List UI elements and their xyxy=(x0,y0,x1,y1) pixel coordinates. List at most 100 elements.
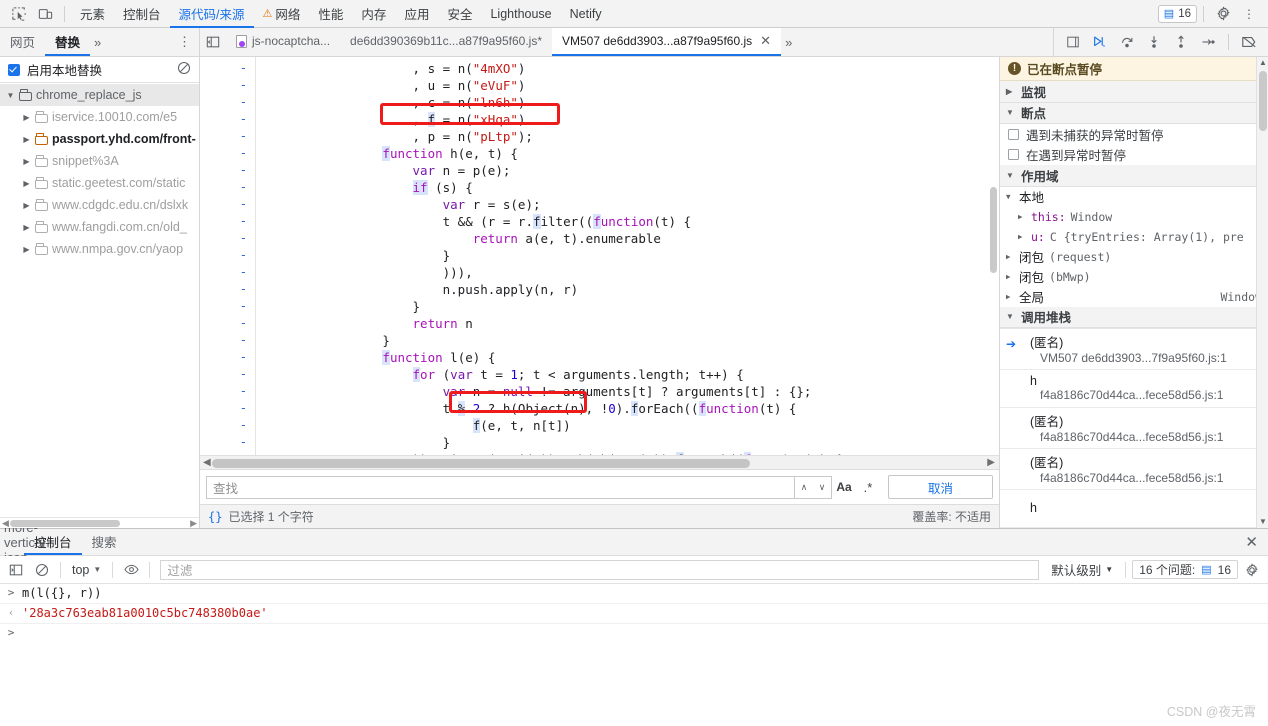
chevron-right-icon[interactable]: ▶ xyxy=(22,179,31,188)
chevron-right-icon[interactable]: ▶ xyxy=(22,157,31,166)
code-scroll-area[interactable]: , s = n("4mXO") , u = n("eVuF") , c = n(… xyxy=(256,57,999,455)
console-result-row[interactable]: ‹ '28a3c763eab81a0010c5bc748380b0ae' xyxy=(0,604,1268,624)
pause-on-exceptions-row[interactable]: 在遇到异常时暂停 xyxy=(1000,145,1268,165)
editor-overflow-tabs-icon[interactable]: » xyxy=(781,35,796,50)
call-stack-section-header[interactable]: ▼ 调用堆栈 xyxy=(1000,306,1268,328)
scrollbar-thumb[interactable] xyxy=(10,520,120,527)
step-into-next-function-call-icon[interactable] xyxy=(1141,29,1167,55)
scope-row-global[interactable]: ▶ 全局 Window xyxy=(1000,287,1268,307)
inspect-element-icon[interactable] xyxy=(6,2,32,26)
clear-overrides-icon[interactable] xyxy=(177,61,191,78)
nav-tab-page[interactable]: 网页 xyxy=(0,28,45,56)
scope-row-this[interactable]: ▶ this: Window xyxy=(1000,207,1268,227)
tab-sources[interactable]: 源代码/来源 xyxy=(169,1,254,28)
more-tabs-icon[interactable]: » xyxy=(90,35,105,50)
scrollbar-thumb[interactable] xyxy=(212,459,750,468)
chevron-right-icon[interactable]: ▶ xyxy=(22,201,31,210)
cancel-button[interactable]: 取消 xyxy=(888,475,993,499)
chevron-right-icon[interactable]: ▶ xyxy=(1006,272,1014,281)
debugger-vertical-scrollbar[interactable]: ▲ ▼ xyxy=(1256,57,1268,528)
scope-section-header[interactable]: ▼ 作用域 xyxy=(1000,165,1268,187)
chevron-right-icon[interactable]: ▶ xyxy=(22,223,31,232)
chevron-up-icon[interactable]: ∧ xyxy=(795,482,813,493)
pause-on-exceptions-checkbox[interactable] xyxy=(1008,149,1019,161)
scope-row-local[interactable]: ▼ 本地 xyxy=(1000,187,1268,207)
scope-row-u[interactable]: ▶ u: C {tryEntries: Array(1), pre xyxy=(1000,227,1268,247)
console-input-row[interactable]: > m(l({}, r)) xyxy=(0,584,1268,604)
scroll-up-icon[interactable]: ▲ xyxy=(1257,57,1268,69)
tab-performance[interactable]: 性能 xyxy=(309,1,352,28)
log-level-selector[interactable]: 默认级别 ▼ xyxy=(1045,560,1119,579)
tab-elements[interactable]: 元素 xyxy=(71,1,114,28)
editor-tab-js-nocaptcha[interactable]: js-nocaptcha... xyxy=(226,28,340,56)
chevron-down-icon[interactable]: ▼ xyxy=(1006,171,1015,180)
console-prompt-row[interactable]: > xyxy=(0,624,1268,644)
code-horizontal-scrollbar[interactable]: ◀ ▶ xyxy=(200,455,999,469)
gear-icon[interactable] xyxy=(1240,558,1264,582)
console-sidebar-icon[interactable] xyxy=(4,558,28,582)
tree-row-root[interactable]: ▼ chrome_replace_js xyxy=(0,84,199,106)
call-stack-row[interactable]: h xyxy=(1000,490,1268,528)
code-viewer[interactable]: - - - - - - - - - - - - - - - - - - - - … xyxy=(200,57,999,455)
issues-counter[interactable]: ▤ 16 xyxy=(1157,4,1197,23)
scroll-right-icon[interactable]: ▶ xyxy=(987,456,995,470)
tree-row-item[interactable]: ▶ www.fangdi.com.cn/old_ xyxy=(0,216,199,238)
tab-security[interactable]: 安全 xyxy=(438,1,481,28)
scope-row-closure-request[interactable]: ▶ 闭包 (request) xyxy=(1000,247,1268,267)
clear-console-icon[interactable] xyxy=(30,558,54,582)
enable-overrides-checkbox[interactable] xyxy=(8,63,20,76)
drawer-tab-search[interactable]: 搜索 xyxy=(82,529,127,555)
editor-tab-vm507[interactable]: VM507 de6dd3903...a87f9a95f60.js ✕ xyxy=(552,28,782,56)
chevron-right-icon[interactable]: ▶ xyxy=(1018,232,1026,241)
gear-icon[interactable] xyxy=(1210,2,1236,26)
scroll-left-icon[interactable]: ◀ xyxy=(2,518,9,529)
tab-application[interactable]: 应用 xyxy=(395,1,438,28)
chevron-down-icon[interactable]: ▼ xyxy=(6,91,15,100)
chevron-right-icon[interactable]: ▶ xyxy=(22,135,31,144)
chevron-right-icon[interactable]: ▶ xyxy=(22,245,31,254)
watch-section-header[interactable]: ▶ 监视 xyxy=(1000,81,1268,103)
navigator-more-options-icon[interactable]: ⋮ xyxy=(170,34,199,50)
more-vertical-icon[interactable]: ⋮ xyxy=(1236,2,1262,26)
scroll-right-icon[interactable]: ▶ xyxy=(190,518,197,529)
pretty-print-icon[interactable]: {} xyxy=(208,510,222,524)
resume-script-execution-icon[interactable] xyxy=(1087,29,1113,55)
step-icon[interactable] xyxy=(1195,29,1221,55)
scope-row-closure-bmwp[interactable]: ▶ 闭包 (bMwp) xyxy=(1000,267,1268,287)
drawer-tab-console[interactable]: 控制台 xyxy=(24,529,82,555)
tab-memory[interactable]: 内存 xyxy=(352,1,395,28)
code-vertical-scrollbar[interactable] xyxy=(989,57,999,455)
step-out-of-current-function-icon[interactable] xyxy=(1168,29,1194,55)
close-icon[interactable]: ✕ xyxy=(760,33,771,49)
show-navigator-icon[interactable] xyxy=(200,29,226,55)
tree-row-item[interactable]: ▶ passport.yhd.com/front- xyxy=(0,128,199,150)
console-filter-input[interactable]: 过滤 xyxy=(160,559,1040,580)
tab-network[interactable]: ⚠ 网络 xyxy=(254,1,310,28)
scroll-down-icon[interactable]: ▼ xyxy=(1257,516,1268,528)
call-stack-row[interactable]: h f4a8186c70d44ca...fece58d56.js:1 xyxy=(1000,370,1268,408)
call-stack-row[interactable]: ➔ (匿名) VM507 de6dd3903...7f9a95f60.js:1 xyxy=(1000,329,1268,370)
tree-row-item[interactable]: ▶ www.cdgdc.edu.cn/dslxk xyxy=(0,194,199,216)
live-expression-icon[interactable] xyxy=(119,558,143,582)
navigator-horizontal-scrollbar[interactable]: ◀ ▶ xyxy=(0,517,199,528)
device-toolbar-icon[interactable] xyxy=(32,2,58,26)
tab-netify[interactable]: Netify xyxy=(561,1,611,28)
editor-tab-de6dd390[interactable]: de6dd390369b11c...a87f9a95f60.js* xyxy=(340,28,552,56)
tab-lighthouse[interactable]: Lighthouse xyxy=(481,1,560,28)
nav-tab-overrides[interactable]: 替换 xyxy=(45,28,91,56)
chevron-down-icon[interactable]: ▼ xyxy=(1006,108,1015,117)
chevron-right-icon[interactable]: ▶ xyxy=(1006,87,1015,96)
scrollbar-thumb[interactable] xyxy=(990,187,997,273)
scrollbar-thumb[interactable] xyxy=(1259,71,1267,131)
regex-button[interactable]: .* xyxy=(856,480,880,495)
close-icon[interactable]: ✕ xyxy=(1235,533,1268,551)
chevron-down-icon[interactable]: ▼ xyxy=(1006,312,1015,321)
deactivate-breakpoints-icon[interactable] xyxy=(1236,29,1262,55)
chevron-down-icon[interactable]: ∨ xyxy=(813,482,831,493)
breakpoints-section-header[interactable]: ▼ 断点 xyxy=(1000,102,1268,125)
step-over-next-function-call-icon[interactable] xyxy=(1114,29,1140,55)
search-input[interactable]: 查找 xyxy=(206,475,795,499)
enable-local-overrides-row[interactable]: 启用本地替换 xyxy=(0,57,199,83)
console-issues-chip[interactable]: 16 个问题: ▤ 16 xyxy=(1132,560,1238,579)
call-stack-row[interactable]: (匿名) f4a8186c70d44ca...fece58d56.js:1 xyxy=(1000,408,1268,449)
